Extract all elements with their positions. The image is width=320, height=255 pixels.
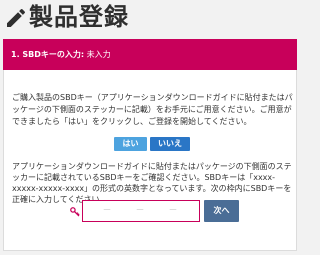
key-icon: [70, 207, 80, 217]
next-button[interactable]: 次へ: [204, 200, 239, 222]
pencil-icon: [7, 8, 26, 28]
intro-text: ご購入製品のSBDキー（アプリケーションダウンロードガイドに貼付またはパッケージ…: [12, 93, 293, 126]
no-button[interactable]: いいえ: [150, 137, 190, 151]
yes-button[interactable]: はい: [114, 137, 147, 151]
step-status-bar: 1. SBDキーの入力: 未入力: [3, 39, 297, 70]
page-header: 製品登録: [0, 0, 300, 34]
key-instructions: アプリケーションダウンロードガイドに貼付またはパッケージの下側面のステッカーに記…: [12, 162, 292, 204]
step-label: 1. SBDキーの入力:: [11, 50, 85, 59]
step-status: 未入力: [86, 50, 111, 59]
registration-panel: ご購入製品のSBDキー（アプリケーションダウンロードガイドに貼付またはパッケージ…: [3, 70, 297, 251]
page-title: 製品登録: [29, 3, 129, 31]
sbd-key-input[interactable]: － － －: [82, 200, 200, 222]
